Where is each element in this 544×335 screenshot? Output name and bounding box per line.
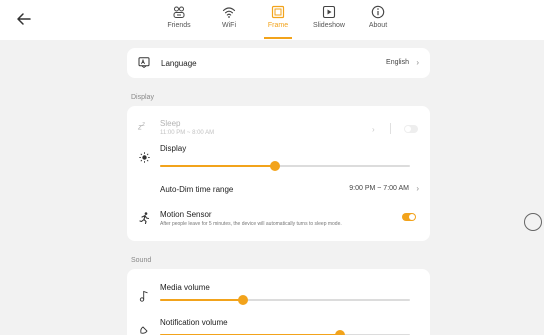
tab-label: Frame bbox=[267, 22, 289, 29]
motion-sensor-description: After people leave for 5 minutes, the de… bbox=[160, 221, 342, 227]
auto-dim-label: Auto-Dim time range bbox=[160, 185, 234, 194]
slider-knob[interactable] bbox=[270, 161, 280, 171]
display-label: Display bbox=[160, 144, 187, 153]
tab-label: About bbox=[368, 22, 388, 29]
sleep-toggle[interactable] bbox=[404, 125, 418, 133]
chevron-right-icon: › bbox=[372, 125, 375, 134]
toggle-knob bbox=[409, 214, 415, 220]
toggle-knob bbox=[405, 126, 411, 132]
slider-knob[interactable] bbox=[237, 295, 248, 305]
sleep-label: Sleep bbox=[160, 119, 181, 128]
frame-icon bbox=[271, 5, 285, 19]
notification-volume-label: Notification volume bbox=[160, 318, 228, 327]
about-icon bbox=[371, 5, 385, 19]
notification-volume-slider[interactable] bbox=[160, 330, 410, 335]
display-brightness-slider[interactable] bbox=[160, 161, 410, 171]
tab-friends[interactable]: Friends bbox=[165, 5, 193, 37]
auto-dim-row[interactable]: Auto-Dim time range 9:00 PM ~ 7:00 AM › bbox=[127, 180, 430, 200]
slider-fill bbox=[160, 299, 243, 301]
tab-wifi[interactable]: WiFi bbox=[220, 5, 238, 37]
motion-sensor-label: Motion Sensor bbox=[160, 210, 212, 219]
slider-fill bbox=[160, 165, 275, 167]
top-bar: Friends WiFi Frame Slideshow About bbox=[0, 0, 544, 40]
display-card: zz Sleep 11:00 PM ~ 8:00 AM › Display Au… bbox=[127, 106, 430, 241]
floating-home-button[interactable] bbox=[524, 213, 542, 231]
auto-dim-value: 9:00 PM ~ 7:00 AM bbox=[349, 185, 409, 192]
notification-sound-icon bbox=[140, 326, 148, 334]
tab-slideshow[interactable]: Slideshow bbox=[311, 5, 347, 37]
translate-icon bbox=[138, 57, 150, 68]
tab-bar: Friends WiFi Frame Slideshow About bbox=[0, 5, 544, 39]
chevron-right-icon: › bbox=[416, 184, 419, 193]
language-label: Language bbox=[161, 59, 197, 68]
tab-label: WiFi bbox=[222, 22, 236, 29]
tab-about[interactable]: About bbox=[367, 5, 389, 37]
media-volume-slider[interactable] bbox=[160, 295, 410, 305]
media-volume-label: Media volume bbox=[160, 283, 210, 292]
language-row[interactable]: Language English › bbox=[127, 48, 430, 78]
tab-label: Slideshow bbox=[313, 22, 345, 29]
sleep-row[interactable]: zz Sleep 11:00 PM ~ 8:00 AM › bbox=[127, 106, 430, 140]
divider bbox=[390, 123, 391, 134]
sleep-zz-icon: zz bbox=[138, 122, 145, 132]
chevron-right-icon: › bbox=[416, 58, 419, 67]
language-value: English bbox=[386, 59, 409, 66]
slideshow-icon bbox=[322, 5, 336, 19]
tab-frame[interactable]: Frame bbox=[264, 5, 292, 39]
tab-label: Friends bbox=[167, 22, 191, 29]
brightness-icon bbox=[139, 152, 150, 163]
running-person-icon bbox=[139, 212, 150, 224]
section-header-sound: Sound bbox=[131, 257, 152, 264]
sleep-time: 11:00 PM ~ 8:00 AM bbox=[160, 130, 215, 136]
slider-knob[interactable] bbox=[335, 330, 345, 335]
sound-card: Media volume Notification volume bbox=[127, 269, 430, 335]
music-note-icon bbox=[139, 290, 148, 302]
friends-icon bbox=[173, 6, 185, 18]
motion-sensor-toggle[interactable] bbox=[402, 213, 416, 221]
section-header-display: Display bbox=[131, 94, 154, 101]
wifi-icon bbox=[222, 7, 236, 18]
